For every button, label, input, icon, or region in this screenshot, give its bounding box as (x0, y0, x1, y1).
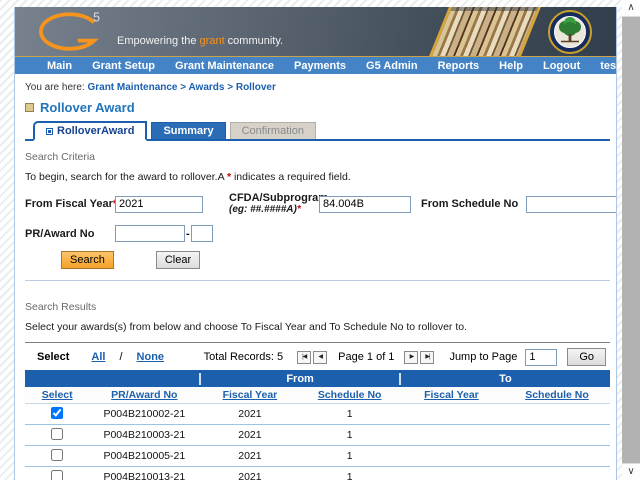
col-to-fiscal-year[interactable]: Fiscal Year (424, 389, 479, 401)
cfda-subprogram-label: CFDA/Subprogram (eg: ##.####A)* (229, 192, 328, 216)
clear-button[interactable]: Clear (155, 251, 201, 269)
group-header-to: To (398, 372, 610, 385)
table-row: P004B210003-21 2021 1 (25, 425, 610, 446)
prev-page-button[interactable]: ◀ (313, 350, 328, 364)
jump-to-page-label: Jump to Page (449, 351, 518, 363)
search-instruction: To begin, search for the award to rollov… (25, 171, 351, 183)
nav-item-g5-admin[interactable]: G5 Admin (356, 60, 428, 72)
tagline: Empowering the grant community. (117, 35, 284, 47)
vertical-scrollbar: ∧ ∨ (622, 0, 640, 480)
from-schedule-no-input[interactable] (526, 195, 616, 213)
table-row: P004B210002-21 2021 1 (25, 404, 610, 425)
go-button[interactable]: Go (567, 348, 606, 366)
table-row: P004B210013-21 2021 1 (25, 467, 610, 480)
banner: 5 Empowering the grant community. (15, 7, 616, 57)
tab-rollover-award[interactable]: RolloverAward (33, 121, 148, 141)
first-page-button[interactable]: |◀ (297, 350, 312, 364)
cfda-subprogram-input[interactable] (319, 195, 411, 213)
logo-5-glyph: 5 (93, 10, 100, 24)
row-select-checkbox[interactable] (51, 448, 64, 461)
search-results-label: Search Results (25, 301, 97, 313)
tab-summary[interactable]: Summary (151, 122, 226, 139)
table-row: P004B210005-21 2021 1 (25, 446, 610, 467)
col-to-schedule-no[interactable]: Schedule No (525, 389, 589, 401)
select-none-link[interactable]: None (137, 351, 165, 363)
results-instruction: Select your awards(s) from below and cho… (25, 321, 468, 333)
row-select-checkbox[interactable] (51, 469, 64, 480)
scroll-down-icon[interactable]: ∨ (622, 463, 640, 480)
main-nav: Main Grant Setup Grant Maintenance Payme… (15, 57, 616, 74)
group-header-from: From (199, 372, 398, 385)
nav-item-grant-maintenance[interactable]: Grant Maintenance (165, 60, 284, 72)
results-table: From To Select PR/Award No Fiscal Year S… (25, 370, 610, 480)
pr-award-no-label: PR/Award No (25, 227, 95, 240)
active-tab-icon (46, 127, 53, 135)
col-pr-award-no[interactable]: PR/Award No (111, 389, 177, 401)
dept-of-education-seal-icon (548, 10, 592, 54)
from-schedule-no-label: From Schedule No (421, 198, 519, 210)
jump-to-page-input[interactable] (525, 348, 558, 366)
pr-award-no-input[interactable] (115, 225, 185, 242)
nav-item-help[interactable]: Help (489, 60, 533, 72)
pagination-top: Total Records: 5 |◀ ◀ Page 1 of 1 ▶ ▶| J… (204, 348, 606, 366)
total-records: Total Records: 5 (203, 351, 284, 363)
breadcrumb: You are here: Grant Maintenance > Awards… (25, 82, 610, 93)
page-title-icon (25, 103, 34, 112)
scroll-up-icon[interactable]: ∧ (622, 0, 640, 17)
table-column-header: Select PR/Award No Fiscal Year Schedule … (25, 387, 610, 404)
nav-item-logout[interactable]: Logout (533, 60, 590, 72)
from-fiscal-year-input[interactable] (115, 195, 203, 213)
bookshelf-image (423, 7, 545, 56)
tab-confirmation: Confirmation (229, 122, 316, 139)
nav-item-grant-setup[interactable]: Grant Setup (82, 60, 165, 72)
breadcrumb-path[interactable]: Grant Maintenance > Awards > Rollover (87, 82, 275, 93)
nav-item-main[interactable]: Main (37, 60, 82, 72)
col-from-fiscal-year[interactable]: Fiscal Year (223, 389, 278, 401)
select-all-link[interactable]: All (91, 351, 105, 363)
scrollbar-thumb[interactable] (622, 17, 640, 463)
last-page-button[interactable]: ▶| (420, 350, 435, 364)
pr-award-suffix-input[interactable] (190, 225, 213, 242)
page-title: Rollover Award (25, 100, 610, 115)
page-indicator: Page 1 of 1 (338, 351, 395, 363)
select-label: Select (37, 351, 70, 363)
col-select[interactable]: Select (42, 389, 73, 401)
g5-logo: 5 (38, 10, 100, 51)
section-divider (25, 280, 610, 281)
pr-award-dash: - (186, 227, 190, 240)
row-select-checkbox[interactable] (51, 427, 64, 440)
nav-item-username: test1 (600, 59, 617, 72)
table-group-header: From To (25, 370, 610, 387)
row-select-checkbox[interactable] (51, 406, 64, 419)
g5-application-window: 5 Empowering the grant community. Main G… (14, 7, 617, 480)
nav-item-reports[interactable]: Reports (428, 60, 490, 72)
breadcrumb-prefix: You are here: (25, 82, 85, 93)
next-page-button[interactable]: ▶ (404, 350, 419, 364)
nav-item-payments[interactable]: Payments (284, 60, 356, 72)
search-criteria-label: Search Criteria (25, 151, 96, 163)
col-from-schedule-no[interactable]: Schedule No (318, 389, 382, 401)
select-toolbar: Select All / None Total Records: 5 |◀ ◀ … (25, 342, 610, 370)
search-button[interactable]: Search (61, 251, 114, 269)
from-fiscal-year-label: From Fiscal Year* (25, 198, 117, 210)
tab-bar: RolloverAward Summary Confirmation (25, 121, 610, 141)
